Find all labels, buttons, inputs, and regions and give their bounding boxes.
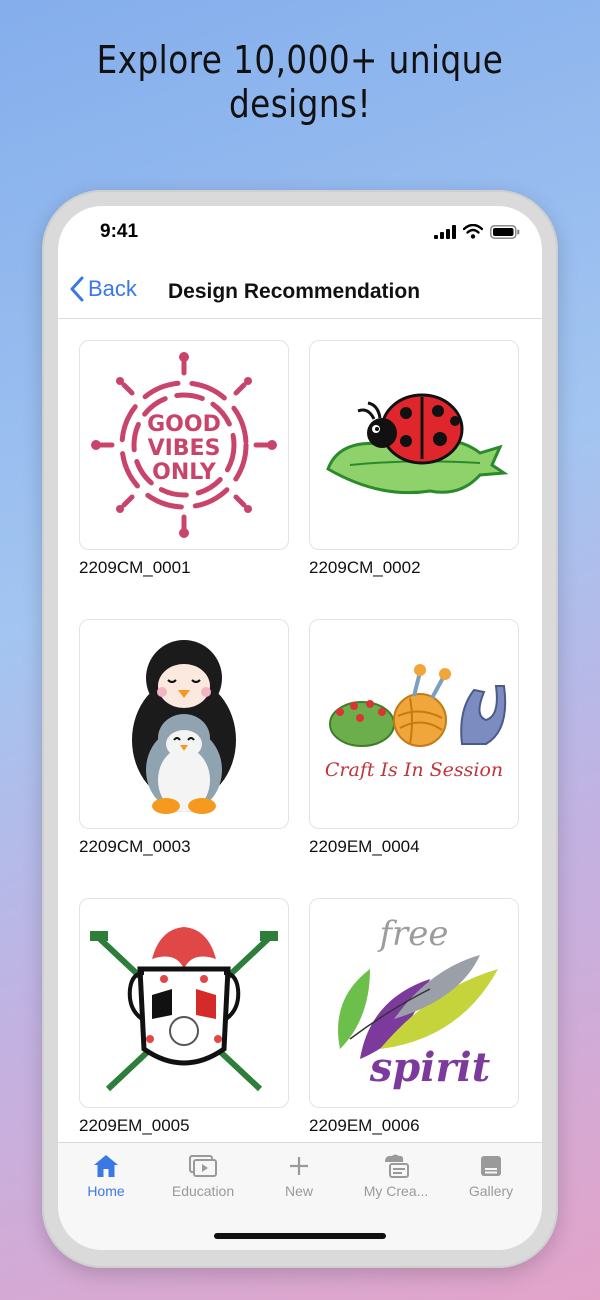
tab-gallery-label: Gallery — [468, 1183, 514, 1199]
status-time: 9:41 — [100, 221, 139, 242]
tab-education-label: Education — [171, 1183, 235, 1199]
gallery-icon — [481, 1156, 501, 1176]
cellular-signal-icon — [434, 224, 456, 239]
plus-icon — [290, 1157, 308, 1175]
golf-crest-design-image — [90, 927, 278, 1092]
svg-text:Craft Is In Session: Craft Is In Session — [325, 759, 503, 781]
design-card[interactable] — [79, 619, 289, 829]
design-card[interactable]: free spirit — [309, 898, 519, 1108]
status-bar: 9:41 — [58, 206, 542, 260]
good-vibes-design-image: GOOD VIBES ONLY — [91, 352, 277, 538]
wifi-icon — [463, 224, 483, 239]
svg-text:spirit: spirit — [369, 1044, 491, 1091]
free-spirit-design-image: free spirit — [338, 914, 498, 1091]
home-icon — [94, 1155, 118, 1177]
battery-icon — [490, 224, 520, 239]
design-card[interactable]: GOOD VIBES ONLY — [79, 340, 289, 550]
my-creations-icon — [385, 1154, 409, 1178]
design-code: 2209CM_0003 — [79, 837, 191, 856]
design-code: 2209EM_0005 — [79, 1116, 190, 1135]
svg-text:free: free — [376, 914, 448, 954]
tab-my-creations[interactable]: My Crea... — [348, 1151, 444, 1199]
design-card[interactable] — [79, 898, 289, 1108]
svg-text:ONLY: ONLY — [152, 460, 217, 485]
page-title: Design Recommendation — [168, 280, 421, 303]
design-code: 2209EM_0006 — [309, 1116, 420, 1135]
tab-home[interactable]: Home — [58, 1151, 154, 1199]
tab-new-label: New — [284, 1183, 313, 1199]
craft-in-session-design-image: Craft Is In Session — [325, 664, 507, 781]
svg-text:GOOD: GOOD — [147, 412, 221, 437]
svg-text:VIBES: VIBES — [148, 436, 221, 461]
back-label: Back — [88, 276, 137, 301]
home-indicator — [214, 1233, 386, 1239]
phone-screen: 9:41 Back Design Recommendation GOOD VIB… — [58, 206, 542, 1250]
penguins-design-image — [132, 640, 236, 814]
status-icons — [434, 224, 520, 239]
video-stack-icon — [189, 1155, 217, 1177]
design-code: 2209CM_0001 — [79, 558, 191, 577]
chevron-left-icon — [70, 276, 84, 302]
design-card[interactable]: Craft Is In Session — [309, 619, 519, 829]
tab-gallery[interactable]: Gallery — [443, 1151, 539, 1199]
ladybug-design-image — [326, 393, 509, 495]
tab-new[interactable]: New — [251, 1151, 347, 1199]
promo-headline: Explore 10,000+ unique designs! — [96, 38, 504, 126]
design-card[interactable] — [309, 340, 519, 550]
tab-my-creations-label: My Crea... — [363, 1183, 429, 1199]
design-code: 2209EM_0004 — [309, 837, 420, 856]
design-grid: GOOD VIBES ONLY 2209CM_0001 2209CM_0002 … — [58, 320, 542, 1144]
navigation-bar: Back Design Recommendation — [58, 266, 542, 319]
tab-education[interactable]: Education — [155, 1151, 251, 1199]
tab-bar: Home Education New My Crea... Gallery — [58, 1142, 542, 1250]
design-code: 2209CM_0002 — [309, 558, 421, 577]
tab-home-label: Home — [87, 1183, 125, 1199]
back-button[interactable]: Back — [70, 276, 137, 302]
